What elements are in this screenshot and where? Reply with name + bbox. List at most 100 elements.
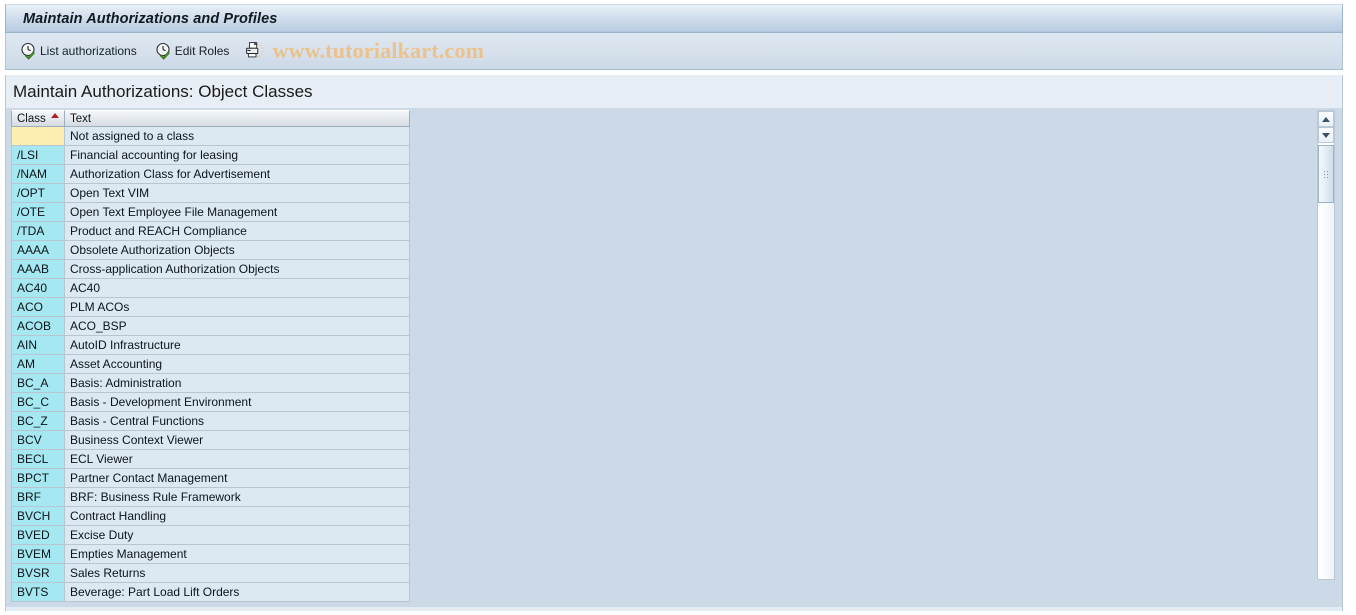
- clock-check-icon: [155, 42, 173, 60]
- table-row[interactable]: BECL ECL Viewer: [11, 450, 410, 469]
- table-row[interactable]: AIN AutoID Infrastructure: [11, 336, 410, 355]
- cell-text[interactable]: Product and REACH Compliance: [65, 222, 410, 241]
- table-row[interactable]: BPCT Partner Contact Management: [11, 469, 410, 488]
- cell-class[interactable]: /OPT: [11, 184, 65, 203]
- cell-text[interactable]: Basis: Administration: [65, 374, 410, 393]
- screen-body: Maintain Authorizations: Object Classes …: [5, 75, 1343, 611]
- scroll-down-button[interactable]: [1318, 127, 1334, 143]
- column-header-text-label: Text: [70, 112, 92, 125]
- table-row[interactable]: BVTS Beverage: Part Load Lift Orders: [11, 583, 410, 602]
- table-row[interactable]: BRF BRF: Business Rule Framework: [11, 488, 410, 507]
- cell-text[interactable]: ACO_BSP: [65, 317, 410, 336]
- cell-class[interactable]: /LSI: [11, 146, 65, 165]
- cell-class[interactable]: [11, 127, 65, 146]
- cell-text[interactable]: Empties Management: [65, 545, 410, 564]
- cell-class[interactable]: AC40: [11, 279, 65, 298]
- table-row[interactable]: BC_C Basis - Development Environment: [11, 393, 410, 412]
- column-header-class[interactable]: Class: [11, 110, 65, 127]
- page-title: Maintain Authorizations: Object Classes: [13, 81, 313, 101]
- cell-text[interactable]: Contract Handling: [65, 507, 410, 526]
- table-row[interactable]: BC_Z Basis - Central Functions: [11, 412, 410, 431]
- cell-text[interactable]: Asset Accounting: [65, 355, 410, 374]
- table-row[interactable]: BCV Business Context Viewer: [11, 431, 410, 450]
- cell-class[interactable]: BC_C: [11, 393, 65, 412]
- cell-class[interactable]: BVEM: [11, 545, 65, 564]
- scrollbar-grip-icon: [1322, 169, 1330, 179]
- cell-class[interactable]: BC_A: [11, 374, 65, 393]
- cell-class[interactable]: BECL: [11, 450, 65, 469]
- edit-roles-button[interactable]: Edit Roles: [150, 38, 237, 64]
- table-row[interactable]: AAAA Obsolete Authorization Objects: [11, 241, 410, 260]
- cell-text[interactable]: PLM ACOs: [65, 298, 410, 317]
- cell-text[interactable]: Basis - Development Environment: [65, 393, 410, 412]
- cell-text[interactable]: Not assigned to a class: [65, 127, 410, 146]
- cell-class[interactable]: BCV: [11, 431, 65, 450]
- cell-class[interactable]: BVCH: [11, 507, 65, 526]
- cell-text[interactable]: Obsolete Authorization Objects: [65, 241, 410, 260]
- table-row[interactable]: BC_A Basis: Administration: [11, 374, 410, 393]
- table-row[interactable]: ACOB ACO_BSP: [11, 317, 410, 336]
- table-row[interactable]: BVED Excise Duty: [11, 526, 410, 545]
- screen-title-bar: Maintain Authorizations: Object Classes: [6, 75, 1342, 108]
- table-row[interactable]: AM Asset Accounting: [11, 355, 410, 374]
- alv-grid: Class Text Not assigned to a class/LSI Fi…: [6, 108, 1342, 611]
- scrollbar-track[interactable]: [1318, 203, 1334, 579]
- horizontal-scrollbar[interactable]: [6, 607, 1342, 611]
- table-row[interactable]: ACO PLM ACOs: [11, 298, 410, 317]
- cell-text[interactable]: ECL Viewer: [65, 450, 410, 469]
- cell-class[interactable]: BVSR: [11, 564, 65, 583]
- cell-text[interactable]: Authorization Class for Advertisement: [65, 165, 410, 184]
- cell-text[interactable]: Financial accounting for leasing: [65, 146, 410, 165]
- cell-text[interactable]: Basis - Central Functions: [65, 412, 410, 431]
- grid-header-row: Class Text: [11, 110, 410, 127]
- window-title: Maintain Authorizations and Profiles: [23, 10, 278, 27]
- cell-text[interactable]: BRF: Business Rule Framework: [65, 488, 410, 507]
- cell-text[interactable]: Open Text VIM: [65, 184, 410, 203]
- list-authorizations-button[interactable]: List authorizations: [15, 38, 144, 64]
- cell-class[interactable]: BRF: [11, 488, 65, 507]
- cell-class[interactable]: BPCT: [11, 469, 65, 488]
- cell-class[interactable]: BVTS: [11, 583, 65, 602]
- table-row[interactable]: /NAM Authorization Class for Advertisemen…: [11, 165, 410, 184]
- scroll-up-arrow-icon: [1322, 116, 1330, 122]
- cell-class[interactable]: AAAA: [11, 241, 65, 260]
- table-row[interactable]: BVEM Empties Management: [11, 545, 410, 564]
- scroll-up-button[interactable]: [1318, 111, 1334, 127]
- application-toolbar: List authorizations Edit Roles www.tutor…: [5, 33, 1343, 70]
- cell-text[interactable]: AC40: [65, 279, 410, 298]
- cell-text[interactable]: AutoID Infrastructure: [65, 336, 410, 355]
- column-header-text[interactable]: Text: [65, 110, 410, 127]
- scrollbar-thumb[interactable]: [1318, 145, 1334, 203]
- cell-text[interactable]: Business Context Viewer: [65, 431, 410, 450]
- printer-icon[interactable]: [244, 41, 266, 61]
- table-row[interactable]: /TDA Product and REACH Compliance: [11, 222, 410, 241]
- cell-class[interactable]: BVED: [11, 526, 65, 545]
- table-row[interactable]: BVCH Contract Handling: [11, 507, 410, 526]
- table-row[interactable]: /OPT Open Text VIM: [11, 184, 410, 203]
- cell-class[interactable]: AAAB: [11, 260, 65, 279]
- table-row[interactable]: /OTE Open Text Employee File Management: [11, 203, 410, 222]
- table-row[interactable]: /LSI Financial accounting for leasing: [11, 146, 410, 165]
- cell-class[interactable]: ACO: [11, 298, 65, 317]
- clock-check-icon: [20, 42, 38, 60]
- list-authorizations-label: List authorizations: [40, 44, 137, 58]
- vertical-scrollbar[interactable]: [1317, 110, 1335, 580]
- cell-class[interactable]: /OTE: [11, 203, 65, 222]
- cell-class[interactable]: ACOB: [11, 317, 65, 336]
- cell-class[interactable]: /TDA: [11, 222, 65, 241]
- cell-text[interactable]: Beverage: Part Load Lift Orders: [65, 583, 410, 602]
- cell-class[interactable]: AIN: [11, 336, 65, 355]
- table-row[interactable]: Not assigned to a class: [11, 127, 410, 146]
- cell-text[interactable]: Open Text Employee File Management: [65, 203, 410, 222]
- cell-text[interactable]: Partner Contact Management: [65, 469, 410, 488]
- cell-text[interactable]: Sales Returns: [65, 564, 410, 583]
- cell-class[interactable]: BC_Z: [11, 412, 65, 431]
- table-row[interactable]: BVSR Sales Returns: [11, 564, 410, 583]
- cell-class[interactable]: /NAM: [11, 165, 65, 184]
- cell-text[interactable]: Excise Duty: [65, 526, 410, 545]
- table-row[interactable]: AAAB Cross-application Authorization Obje…: [11, 260, 410, 279]
- cell-class[interactable]: AM: [11, 355, 65, 374]
- column-header-class-label: Class: [17, 112, 46, 125]
- cell-text[interactable]: Cross-application Authorization Objects: [65, 260, 410, 279]
- table-row[interactable]: AC40 AC40: [11, 279, 410, 298]
